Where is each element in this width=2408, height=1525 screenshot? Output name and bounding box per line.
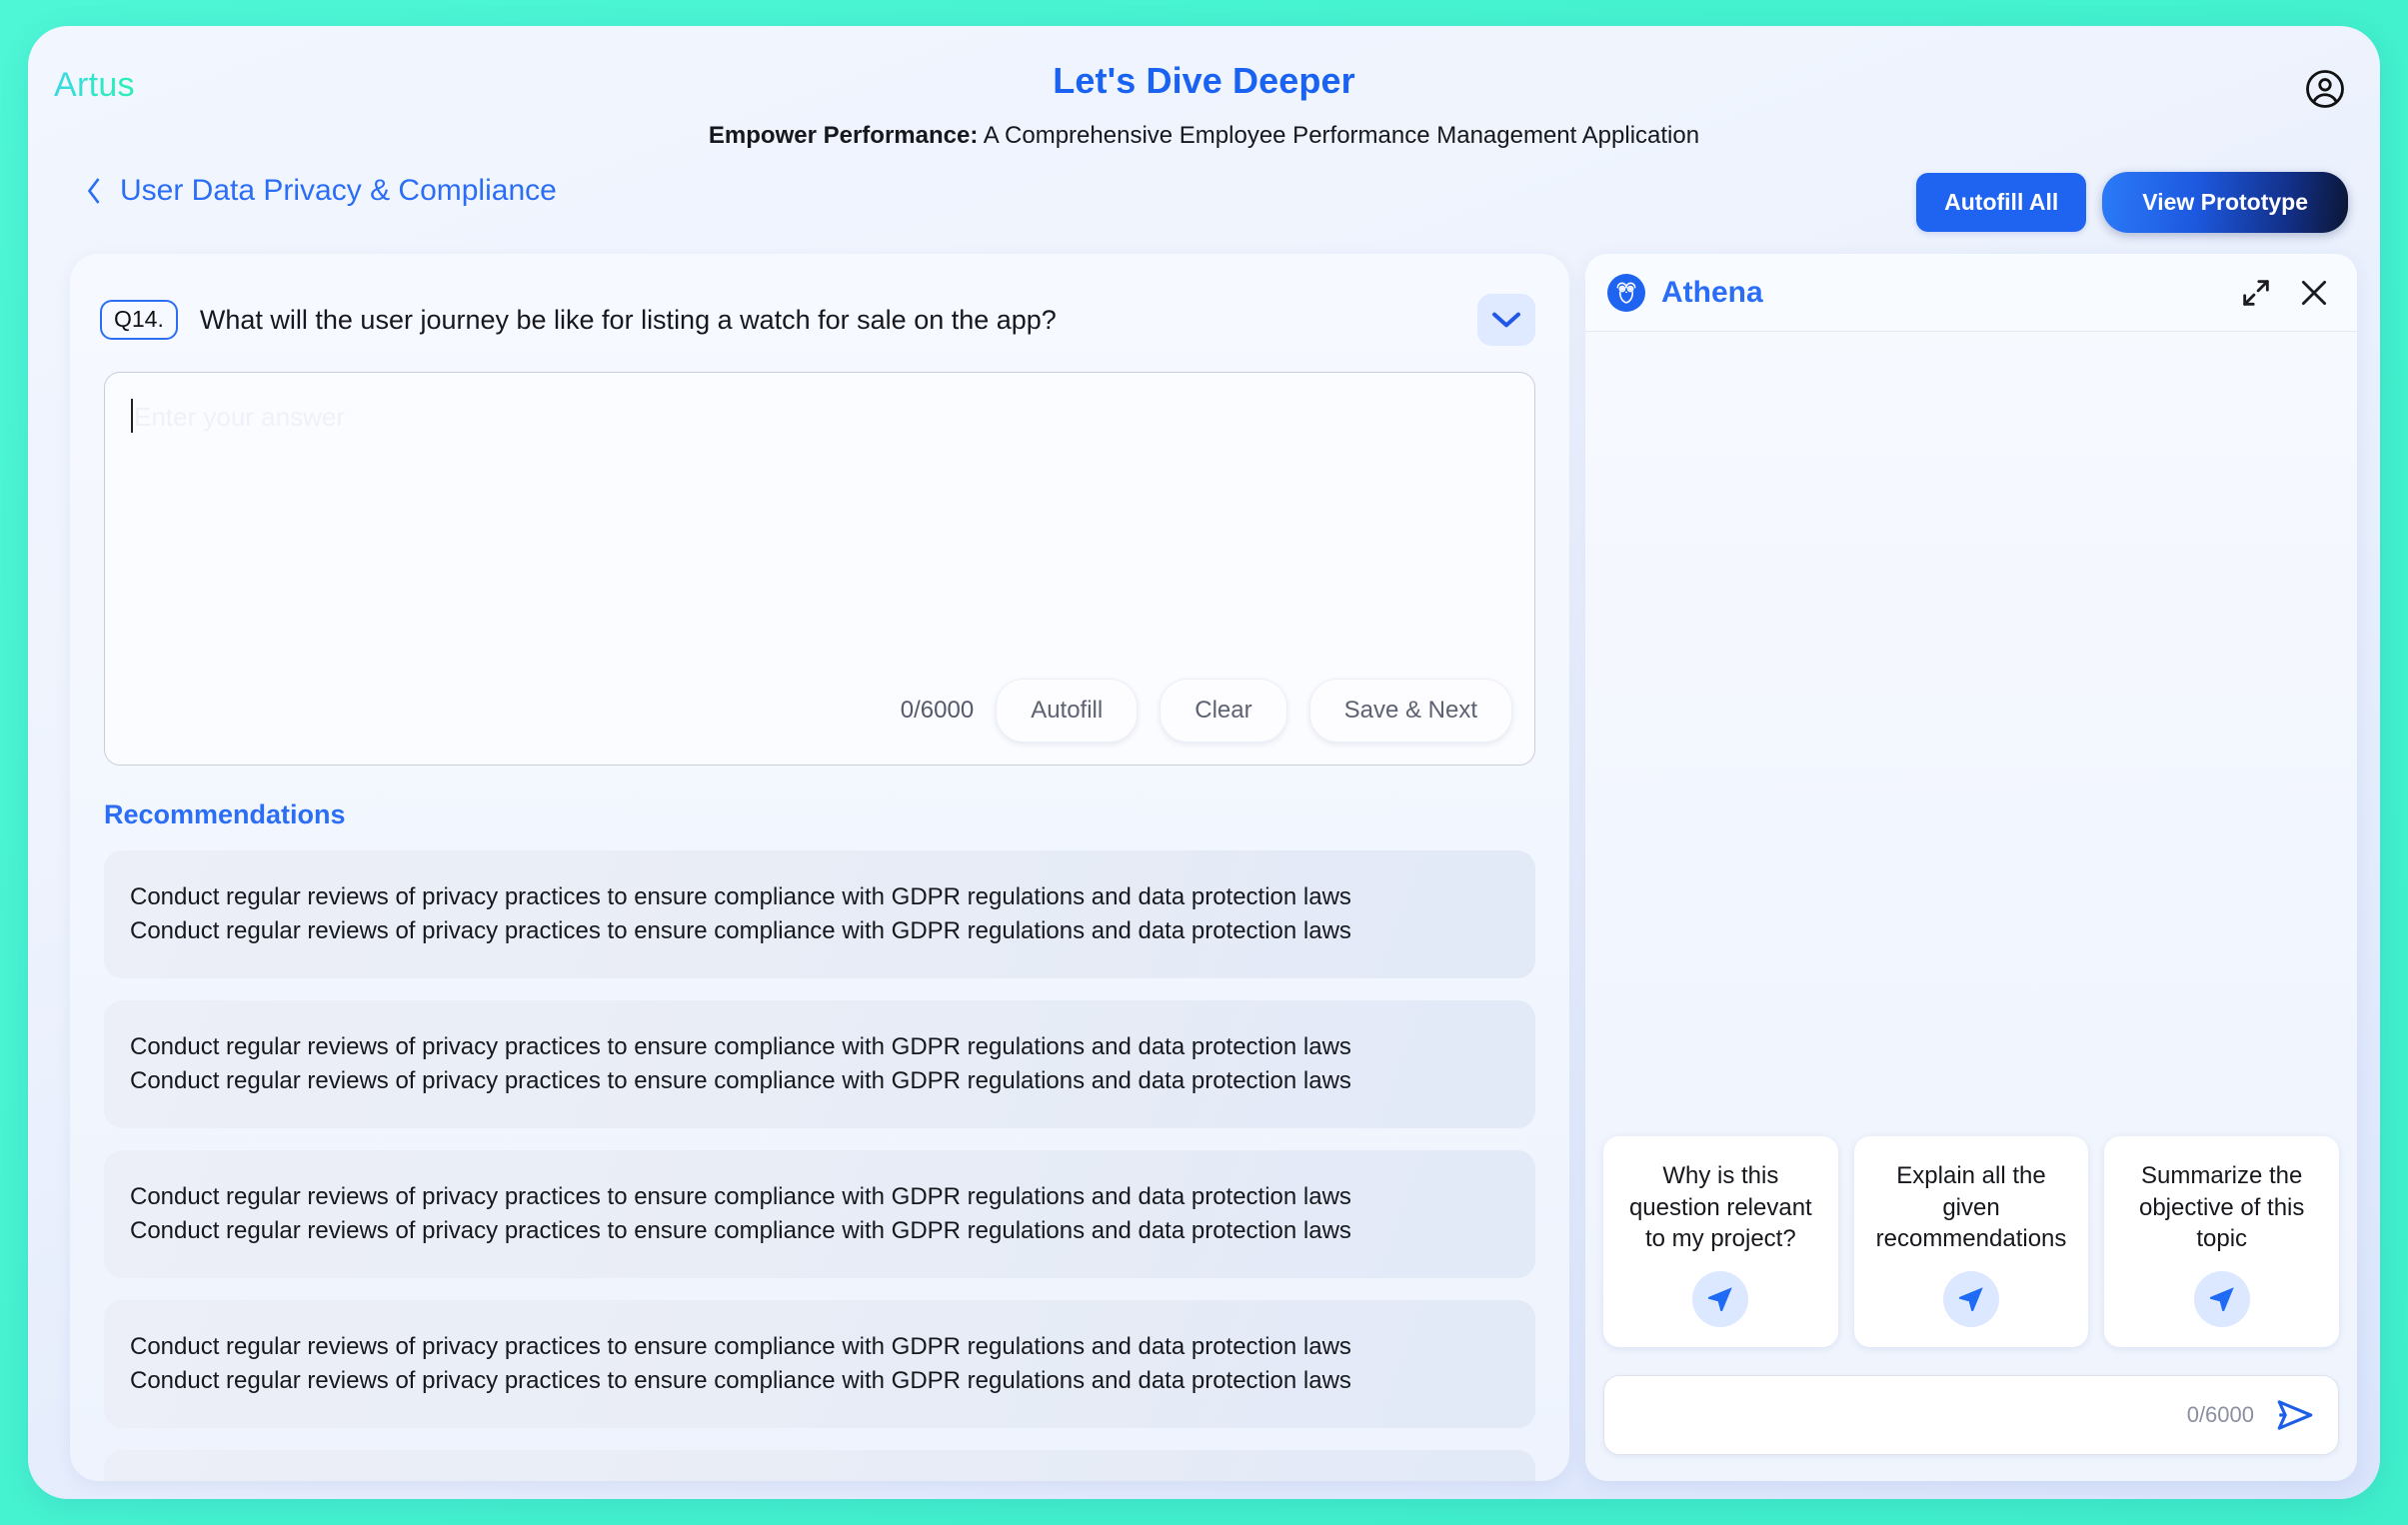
athena-conversation-area: Why is this question relevant to my proj…	[1585, 332, 2357, 1361]
answer-placeholder: Enter your answer	[134, 402, 345, 432]
answer-char-count: 0/6000	[900, 697, 975, 724]
recommendations-heading: Recommendations	[104, 799, 346, 829]
question-text: What will the user journey be like for l…	[199, 304, 1057, 335]
recommendation-line: Conduct regular reviews of privacy pract…	[130, 882, 1351, 910]
chat-char-count: 0/6000	[2186, 1402, 2254, 1427]
answer-textarea[interactable]: Enter your answer	[131, 399, 1508, 435]
save-and-next-button[interactable]: Save & Next	[1308, 679, 1512, 743]
recommendation-card[interactable]: Conduct regular reviews of privacy pract…	[104, 1450, 1535, 1481]
suggestion-text: Explain all the given recommendations	[1875, 1161, 2067, 1253]
autofill-all-button[interactable]: Autofill All	[1916, 173, 2087, 232]
owl-glyph-icon	[1616, 281, 1636, 304]
question-number-badge: Q14.	[100, 300, 178, 340]
expand-diagonal-icon[interactable]	[2239, 276, 2273, 310]
owl-icon	[1607, 273, 1645, 312]
recommendation-line: Conduct regular reviews of privacy pract…	[130, 1182, 1351, 1210]
suggestion-send-button[interactable]	[1692, 1271, 1749, 1327]
page-subtitle-bold: Empower Performance:	[708, 122, 979, 149]
recommendation-line: Conduct regular reviews of privacy pract…	[130, 1367, 1351, 1394]
recommendation-line: Conduct regular reviews of privacy pract…	[130, 1217, 1351, 1244]
suggestion-send-button[interactable]	[2193, 1271, 2250, 1327]
answer-textarea-container[interactable]: Enter your answer 0/6000 Autofill Clear …	[104, 372, 1535, 765]
recommendation-card[interactable]: Conduct regular reviews of privacy pract…	[104, 1000, 1535, 1128]
breadcrumb[interactable]: User Data Privacy & Compliance	[84, 174, 557, 208]
chevron-down-icon	[1492, 312, 1520, 328]
recommendation-line: Conduct regular reviews of privacy pract…	[130, 1067, 1351, 1094]
athena-header: Athena	[1585, 254, 2357, 332]
recommendations-list: Conduct regular reviews of privacy pract…	[70, 850, 1569, 1481]
athena-suggestion-list: Why is this question relevant to my proj…	[1603, 1135, 2340, 1347]
send-icon	[1958, 1287, 1983, 1312]
question-collapse-button[interactable]	[1477, 294, 1535, 346]
athena-assistant-panel: Athena Why is this question relevant to …	[1585, 254, 2357, 1481]
suggestion-card[interactable]: Explain all the given recommendations	[1853, 1135, 2089, 1347]
suggestion-text: Why is this question relevant to my proj…	[1628, 1161, 1812, 1253]
answer-toolbar: 0/6000 Autofill Clear Save & Next	[901, 679, 1512, 743]
athena-title: Athena	[1661, 275, 1763, 309]
chevron-left-icon	[87, 178, 100, 204]
app-window: Artus Let's Dive Deeper Empower Performa…	[28, 26, 2380, 1499]
recommendation-line: Conduct regular reviews of privacy pract…	[130, 917, 1351, 944]
send-icon	[2209, 1287, 2234, 1312]
athena-chat-input-wrap: 0/6000	[1585, 1361, 2357, 1481]
account-circle-icon[interactable]	[2304, 68, 2346, 110]
page-title: Let's Dive Deeper	[1053, 60, 1355, 101]
suggestion-card[interactable]: Why is this question relevant to my proj…	[1603, 1135, 1838, 1347]
question-content-card: Q14. What will the user journey be like …	[70, 254, 1569, 1481]
question-row: Q14. What will the user journey be like …	[70, 254, 1569, 372]
breadcrumb-label: User Data Privacy & Compliance	[120, 174, 557, 207]
close-icon[interactable]	[2297, 276, 2331, 310]
brand-logo[interactable]: Artus	[54, 66, 135, 105]
suggestion-text: Summarize the objective of this topic	[2138, 1161, 2305, 1253]
suggestion-card[interactable]: Summarize the objective of this topic	[2104, 1135, 2340, 1347]
clear-button[interactable]: Clear	[1160, 679, 1287, 743]
text-caret	[131, 399, 133, 433]
suggestion-send-button[interactable]	[1943, 1271, 1999, 1327]
recommendation-line: Conduct regular reviews of privacy pract…	[130, 1332, 1351, 1360]
page-subtitle-rest: A Comprehensive Employee Performance Man…	[978, 122, 1700, 149]
recommendation-line: Conduct regular reviews of privacy pract…	[130, 1032, 1351, 1060]
top-action-bar: Autofill All View Prototype	[1916, 172, 2348, 233]
recommendation-card[interactable]: Conduct regular reviews of privacy pract…	[104, 850, 1535, 978]
athena-chat-input[interactable]: 0/6000	[1603, 1375, 2339, 1455]
send-icon	[1708, 1287, 1733, 1312]
page-subtitle: Empower Performance: A Comprehensive Emp…	[28, 122, 2380, 150]
view-prototype-button[interactable]: View Prototype	[2102, 172, 2348, 233]
recommendation-card[interactable]: Conduct regular reviews of privacy pract…	[104, 1300, 1535, 1428]
header-titles: Let's Dive Deeper Empower Performance: A…	[28, 60, 2380, 150]
recommendation-card[interactable]: Conduct regular reviews of privacy pract…	[104, 1150, 1535, 1278]
autofill-button[interactable]: Autofill	[996, 679, 1139, 743]
send-icon[interactable]	[2274, 1394, 2316, 1436]
